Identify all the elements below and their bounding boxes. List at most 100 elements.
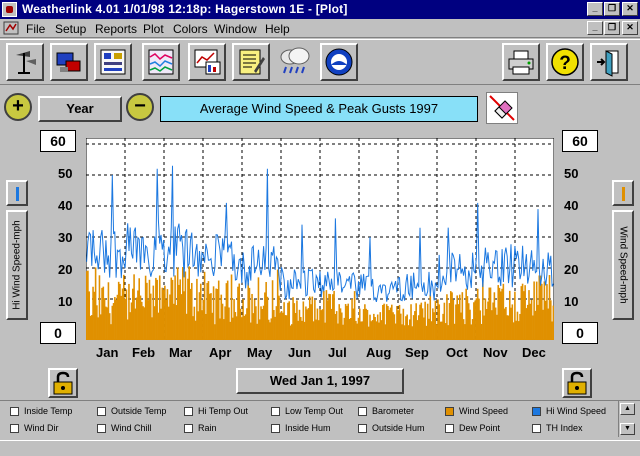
month-label: Nov — [483, 345, 508, 360]
zoom-in-button[interactable]: + — [4, 93, 32, 121]
padlock-icon — [567, 371, 587, 395]
right-axis-caption-button[interactable]: Wind Speed-mph — [612, 210, 634, 320]
menu-reports[interactable]: Reports — [95, 22, 137, 36]
right-tick-label: 20 — [564, 262, 579, 277]
padlock-icon — [53, 371, 73, 395]
bulletin-icon — [100, 49, 126, 75]
storm-cloud-icon — [280, 47, 310, 74]
menu-plot[interactable]: Plot — [143, 22, 164, 36]
scroll-down-icon[interactable]: ▼ — [620, 423, 635, 435]
bulletin-button[interactable] — [94, 43, 132, 81]
series-legend: Inside Temp Outside Temp Hi Temp Out Low… — [0, 400, 640, 440]
checkbox-checked[interactable] — [445, 407, 454, 416]
menu-help[interactable]: Help — [265, 22, 290, 36]
left-tick-label: 50 — [58, 166, 73, 181]
menu-setup[interactable]: Setup — [55, 22, 86, 36]
period-button[interactable]: Year — [38, 96, 122, 122]
plot-icon — [194, 49, 221, 75]
help-button[interactable]: ? — [546, 43, 584, 81]
weather-station-icon — [16, 51, 36, 74]
app-icon[interactable] — [2, 2, 17, 17]
strip-chart-button[interactable] — [142, 43, 180, 81]
checkbox[interactable] — [97, 424, 106, 433]
right-axis-min-field[interactable]: 0 — [562, 322, 598, 344]
menu-window[interactable]: Window — [214, 22, 257, 36]
wind-plot[interactable] — [86, 138, 554, 340]
noaa-button[interactable] — [320, 43, 358, 81]
checkbox[interactable] — [358, 407, 367, 416]
child-minimize-button[interactable]: _ — [587, 21, 603, 35]
left-lock-button[interactable] — [48, 368, 78, 398]
download-button[interactable] — [50, 43, 88, 81]
right-axis-max-field[interactable]: 60 — [562, 130, 598, 152]
help-icon: ? — [551, 48, 579, 76]
checkbox[interactable] — [445, 424, 454, 433]
storm-cloud-button[interactable] — [276, 43, 314, 81]
checkbox[interactable] — [532, 424, 541, 433]
restore-button[interactable]: ❐ — [604, 2, 620, 16]
left-axis-max-field[interactable]: 60 — [40, 130, 76, 152]
checkbox[interactable] — [358, 424, 367, 433]
month-label: Apr — [209, 345, 232, 360]
left-axis-caption-button[interactable]: Hi Wind Speed-mph — [6, 210, 28, 320]
left-tick-label: 10 — [58, 294, 73, 309]
printer-icon — [508, 50, 534, 75]
child-close-button[interactable]: ✕ — [622, 21, 638, 35]
print-button[interactable] — [502, 43, 540, 81]
document-system-icon[interactable] — [3, 21, 19, 35]
toolbar: ? — [0, 39, 640, 85]
checkbox[interactable] — [271, 424, 280, 433]
month-label: Mar — [169, 345, 193, 360]
right-tick-label: 10 — [564, 294, 579, 309]
minimize-button[interactable]: _ — [587, 2, 603, 16]
checkbox[interactable] — [97, 407, 106, 416]
eraser-icon — [489, 95, 515, 121]
left-axis-caption: Hi Wind Speed-mph — [11, 220, 23, 310]
scroll-up-icon[interactable]: ▲ — [620, 403, 635, 415]
date-button[interactable]: Wed Jan 1, 1997 — [236, 368, 404, 394]
left-tick-label: 40 — [58, 198, 73, 213]
noaa-logo-icon — [325, 48, 353, 76]
left-tick-label: 20 — [58, 262, 73, 277]
month-label: May — [247, 345, 273, 360]
menu-file[interactable]: File — [26, 22, 45, 36]
zoom-out-button[interactable]: − — [126, 93, 154, 121]
plot-title: Average Wind Speed & Peak Gusts 1997 — [160, 96, 478, 122]
right-tick-label: 30 — [564, 230, 579, 245]
month-label: Jul — [328, 345, 347, 360]
checkbox[interactable] — [10, 424, 19, 433]
left-axis-min-field[interactable]: 0 — [40, 322, 76, 344]
checkbox[interactable] — [271, 407, 280, 416]
plot-button[interactable] — [188, 43, 226, 81]
right-lock-button[interactable] — [562, 368, 592, 398]
checkbox[interactable] — [10, 407, 19, 416]
strip-chart-icon — [148, 49, 174, 75]
checkbox[interactable] — [184, 407, 193, 416]
left-series-color-button[interactable] — [6, 180, 28, 206]
notepad-button[interactable] — [232, 43, 270, 81]
month-label: Jun — [288, 345, 312, 360]
child-restore-button[interactable]: ❐ — [604, 21, 620, 35]
menu-bar: File Setup Reports Plot Colors Window He… — [0, 19, 640, 38]
wind-speed-bar — [552, 305, 554, 340]
close-button[interactable]: ✕ — [622, 2, 638, 16]
month-label: Aug — [366, 345, 392, 360]
legend-scrollbar[interactable]: ▲ ▼ — [618, 401, 636, 437]
menu-colors[interactable]: Colors — [173, 22, 208, 36]
month-label: Jan — [96, 345, 119, 360]
right-series-color-button[interactable] — [612, 180, 634, 206]
svg-text:?: ? — [559, 53, 571, 74]
checkbox-checked[interactable] — [532, 407, 541, 416]
eraser-button[interactable] — [486, 92, 518, 124]
month-label: Dec — [522, 345, 546, 360]
right-axis-caption: Wind Speed-mph — [617, 226, 629, 304]
month-label: Sep — [405, 345, 429, 360]
exit-icon — [597, 50, 619, 77]
left-tick-label: 30 — [58, 230, 73, 245]
weather-station-button[interactable] — [6, 43, 44, 81]
window-title: Weatherlink 4.01 1/01/98 12:18p: Hagerst… — [22, 2, 348, 16]
exit-button[interactable] — [590, 43, 628, 81]
checkbox[interactable] — [184, 424, 193, 433]
month-label: Feb — [132, 345, 156, 360]
month-label: Oct — [446, 345, 468, 360]
